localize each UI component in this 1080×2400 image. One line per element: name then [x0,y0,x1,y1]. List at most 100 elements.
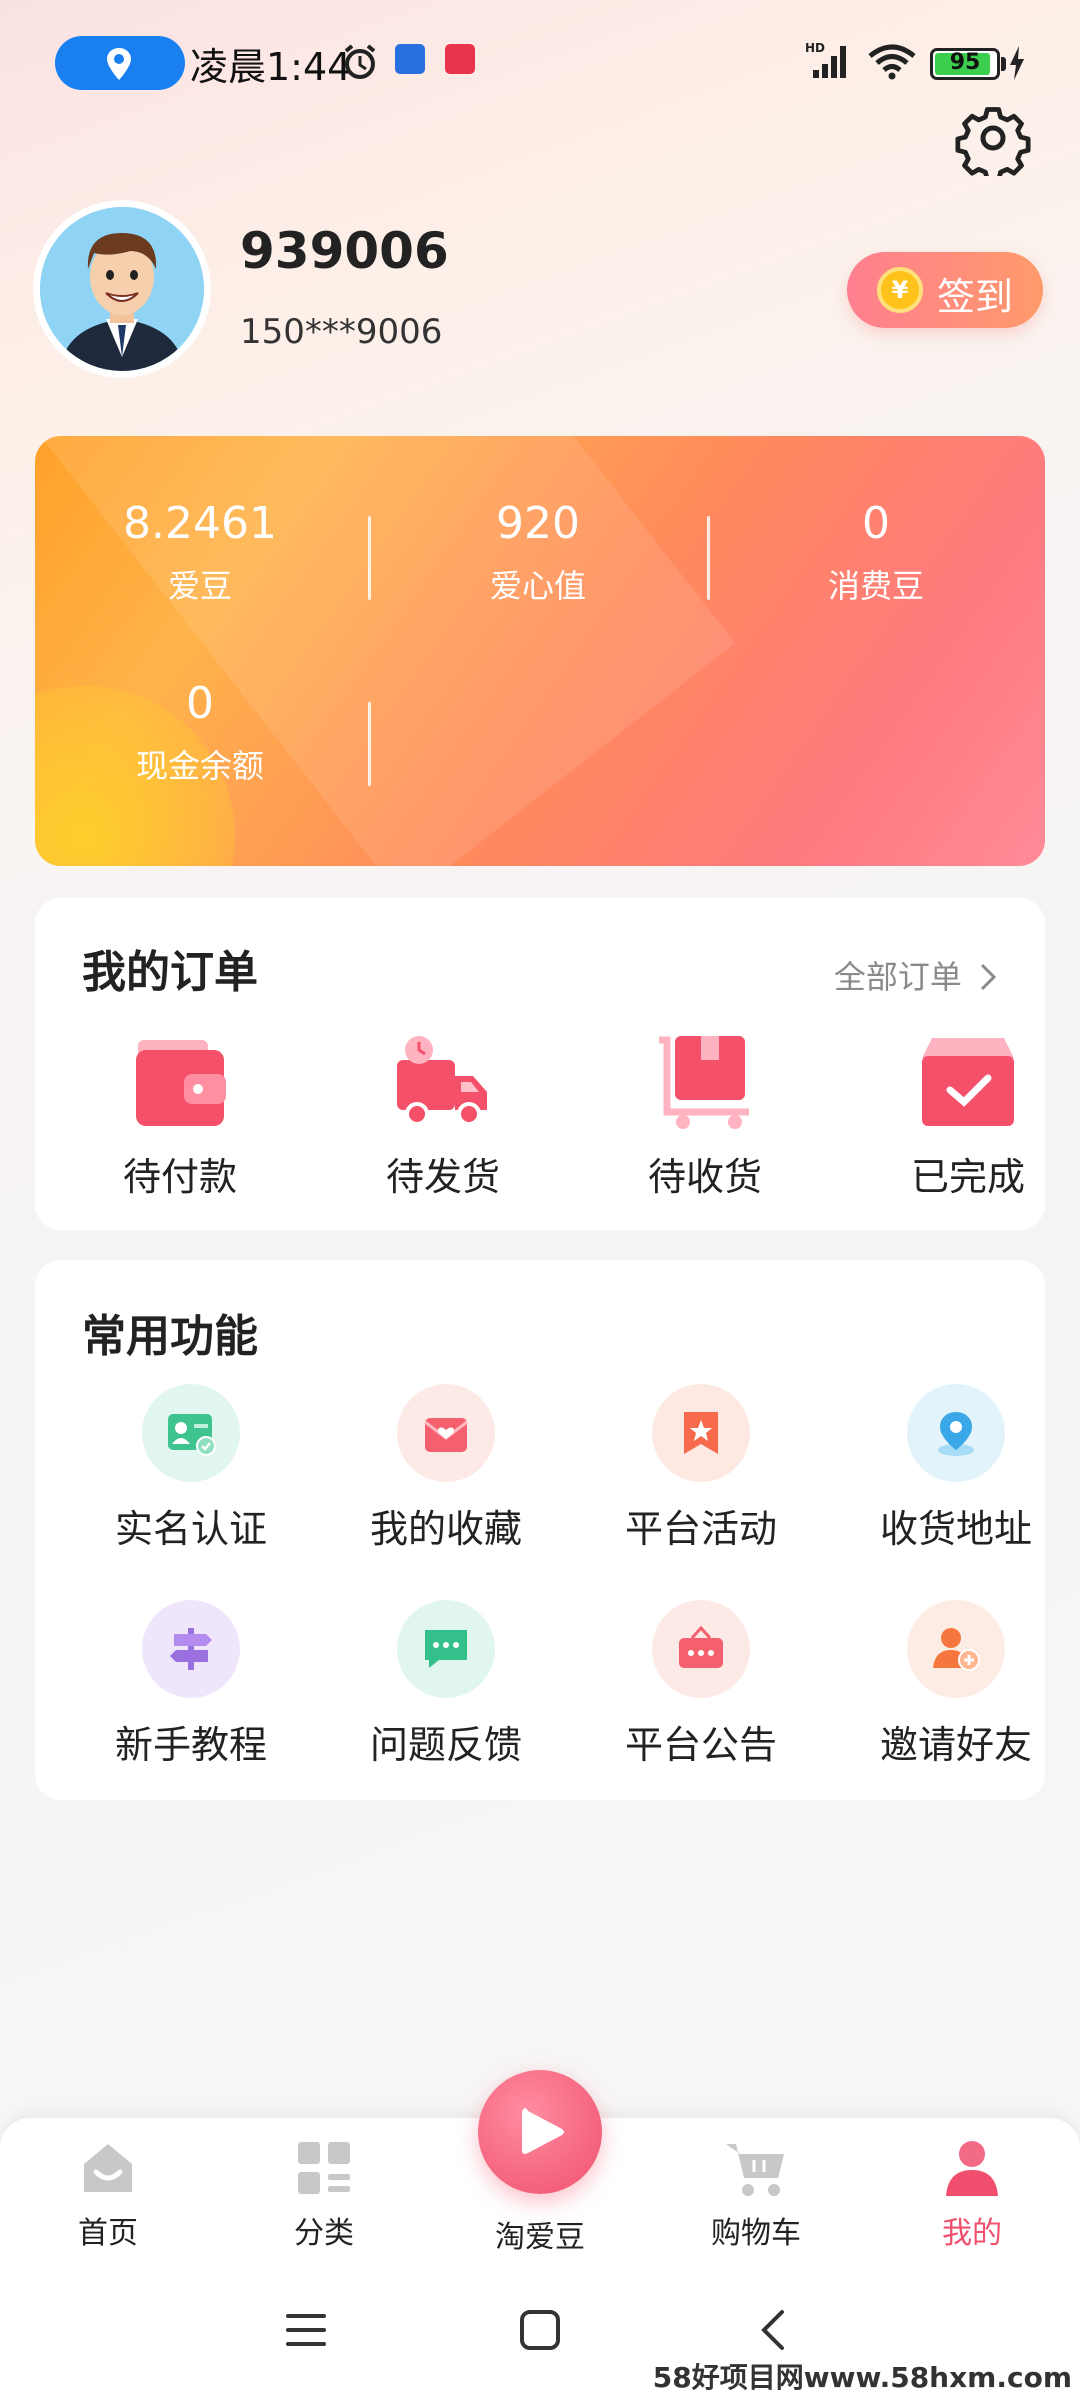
stat-consumption-beans[interactable]: 0 消费豆 [711,498,1041,607]
order-label: 已完成 [910,1155,1025,1199]
divider [368,516,371,600]
id-card-icon [168,1414,216,1456]
location-indicator[interactable] [55,36,185,90]
func-platform-notice[interactable]: 平台公告 [591,1600,811,1769]
nav-category[interactable]: 分类 [244,2138,404,2252]
func-real-name-auth[interactable]: 实名认证 [81,1384,301,1553]
phone-number: 150***9006 [240,312,443,352]
stat-label: 现金余额 [135,747,264,785]
completed-box-icon [922,1038,1014,1126]
clock: 凌晨1:44 [190,45,352,89]
delivery-truck-icon [397,1036,487,1126]
nav-mine[interactable]: 我的 [892,2138,1052,2252]
func-invite-friends[interactable]: 邀请好友 [846,1600,1066,1769]
status-bar: 凌晨1:44 HD 95 [0,0,1080,120]
order-label: 待付款 [122,1155,237,1199]
stat-love-value[interactable]: 920 爱心值 [373,498,703,607]
functions-title: 常用功能 [82,1311,258,1362]
divider [707,516,710,600]
divider [368,702,371,786]
location-pin-icon [938,1412,974,1456]
location-pin-icon [107,48,131,80]
all-orders-link[interactable]: 全部订单 [834,952,998,998]
favorite-envelope-icon [424,1418,468,1452]
functions-card: 常用功能 实名认证 我的收藏 平台活动 收货地址 新手教程 问题反馈 平台公告 … [35,1260,1045,1800]
signal-icon: HD [805,41,846,78]
charging-icon [1010,46,1024,80]
home-square-icon[interactable] [518,2308,562,2352]
stat-value: 0 [186,678,214,729]
stat-value: 0 [862,498,890,549]
battery-tip [1001,57,1006,71]
coin-icon: ¥ [877,267,923,313]
func-beginner-tutorial[interactable]: 新手教程 [81,1600,301,1769]
wallet-icon [136,1040,226,1126]
package-cart-icon [659,1036,749,1129]
app-notification-icon-2 [445,44,475,74]
avatar-image [40,207,204,371]
nav-home[interactable]: 首页 [28,2138,188,2252]
notice-board-icon [679,1625,723,1668]
stat-value: 8.2461 [123,498,277,549]
nav-label: 分类 [294,2216,354,2251]
chevron-right-icon [980,963,997,991]
sign-in-button[interactable]: ¥ 签到 [847,252,1043,328]
chat-bubble-icon [425,1630,467,1668]
stat-label: 爱豆 [167,567,232,605]
func-label: 实名认证 [114,1507,267,1551]
func-label: 平台活动 [624,1507,777,1551]
nav-label: 首页 [78,2216,138,2251]
nav-label: 购物车 [711,2216,801,2251]
func-shipping-address[interactable]: 收货地址 [846,1384,1066,1553]
stat-aidou[interactable]: 8.2461 爱豆 [35,498,365,607]
battery-indicator: 95 [930,48,1000,80]
order-pending-shipment[interactable]: 待发货 [343,1032,543,1201]
func-label: 新手教程 [114,1723,267,1767]
system-navigation-bar: 58好项目网www.58hxm.com [0,2268,1080,2400]
func-label: 问题反馈 [369,1723,522,1767]
star-bookmark-icon [684,1412,718,1454]
back-icon[interactable] [752,2308,796,2352]
func-label: 我的收藏 [369,1507,522,1551]
orders-title: 我的订单 [82,947,258,998]
play-icon [522,2108,564,2154]
func-label: 邀请好友 [879,1723,1032,1767]
alarm-icon [344,44,376,79]
user-icon [946,2141,998,2196]
stat-label: 爱心值 [489,567,586,605]
category-grid-icon [298,2142,350,2194]
orders-card: 我的订单 全部订单 待付款 待发货 待收货 已完成 [35,898,1045,1230]
func-label: 平台公告 [624,1723,777,1767]
order-label: 待收货 [647,1155,762,1199]
watermark: 58好项目网www.58hxm.com [652,2361,1072,2394]
settings-gear-icon[interactable] [955,100,1031,176]
add-user-icon [933,1628,980,1671]
shopping-cart-icon [726,2144,784,2196]
stat-cash-balance[interactable]: 0 现金余额 [35,678,365,787]
order-completed[interactable]: 已完成 [868,1032,1068,1201]
func-my-favorites[interactable]: 我的收藏 [336,1384,556,1553]
app-notification-icon [395,44,425,74]
order-label: 待发货 [385,1155,500,1199]
stat-label: 消费豆 [827,567,924,605]
home-icon [84,2144,132,2192]
func-label: 收货地址 [879,1507,1032,1551]
svg-text:HD: HD [805,41,825,55]
nav-label: 淘爱豆 [495,2220,585,2255]
sign-in-label: 签到 [937,275,1014,319]
nav-taoaidou-button[interactable] [478,2070,602,2194]
nav-cart[interactable]: 购物车 [676,2138,836,2252]
func-feedback[interactable]: 问题反馈 [336,1600,556,1769]
username: 939006 [240,222,449,280]
order-pending-payment[interactable]: 待付款 [80,1032,280,1201]
assets-card: 8.2461 爱豆 920 爱心值 0 消费豆 0 现金余额 [35,436,1045,866]
order-pending-receipt[interactable]: 待收货 [605,1032,805,1201]
func-platform-activity[interactable]: 平台活动 [591,1384,811,1553]
nav-label: 我的 [942,2216,1002,2251]
menu-icon[interactable] [284,2308,328,2352]
signpost-icon [170,1628,212,1670]
stat-value: 920 [496,498,580,549]
wifi-icon [868,44,916,80]
avatar[interactable] [33,200,211,378]
all-orders-label: 全部订单 [833,958,962,996]
